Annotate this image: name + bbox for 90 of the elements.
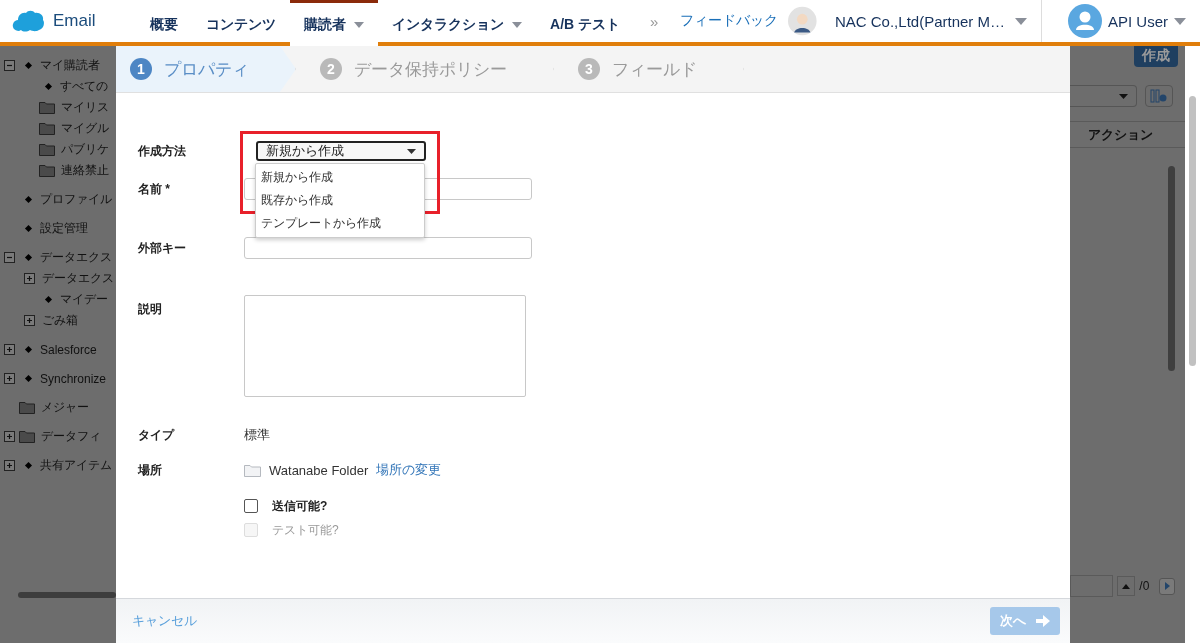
expand-icon[interactable] (24, 315, 35, 326)
tree-item[interactable]: 共有アイテム (40, 457, 112, 474)
tree-item[interactable]: マイグル (61, 120, 109, 137)
folder-icon (39, 143, 55, 156)
cancel-link[interactable]: キャンセル (132, 612, 197, 630)
tree-item[interactable]: Salesforce (40, 342, 97, 357)
expand-icon[interactable] (4, 373, 15, 384)
folder-icon (39, 164, 55, 177)
field-label: タイプ (138, 426, 176, 444)
bullet-icon (24, 224, 32, 233)
feedback-link[interactable]: フィードバック (674, 12, 789, 30)
up-arrow-icon (1122, 583, 1131, 589)
creation-method-select[interactable]: 新規から作成 (256, 141, 426, 161)
nav-tab[interactable]: 概要 (136, 0, 192, 46)
page-total: /0 (1139, 579, 1150, 593)
field-label: 場所 (138, 461, 163, 479)
bullet-icon (24, 374, 32, 383)
tree-item[interactable]: ごみ箱 (42, 312, 78, 329)
tree-item[interactable]: 連絡禁止 (61, 162, 109, 179)
right-arrow-icon (1164, 582, 1170, 590)
caret-icon (1119, 93, 1128, 99)
field-value: 標準 (244, 426, 270, 444)
scrollbar[interactable] (18, 592, 116, 598)
scrollbar[interactable] (1168, 166, 1175, 371)
wizard-step[interactable]: 1 プロパティ (116, 46, 296, 92)
account-menu[interactable]: NAC Co.,Ltd(Partner M… (832, 0, 1042, 42)
checkbox-label: 送信可能? (272, 497, 328, 515)
next-page-button[interactable] (1159, 577, 1175, 595)
tree-item[interactable]: Synchronize (40, 371, 107, 386)
caret-icon (1015, 17, 1027, 25)
nav-tab[interactable]: 購読者 (290, 0, 378, 46)
tree-item[interactable]: マイリス (61, 99, 109, 116)
collapse-icon[interactable] (4, 60, 15, 71)
field-label: 外部キー (138, 239, 187, 257)
expand-icon[interactable] (24, 273, 35, 284)
tree-item[interactable]: プロファイル (40, 191, 112, 208)
bullet-icon (24, 61, 32, 70)
checkbox-label: テスト可能? (272, 521, 339, 539)
page-field[interactable] (1070, 575, 1113, 597)
bullet-icon (24, 253, 32, 262)
page-up-button[interactable] (1116, 576, 1136, 596)
folder-icon (39, 122, 55, 135)
avatar-icon (788, 5, 817, 37)
caret-icon (1174, 17, 1186, 25)
bullet-icon (24, 461, 32, 470)
change-location-link[interactable]: 場所の変更 (376, 461, 442, 479)
user-menu[interactable]: API User (1042, 0, 1200, 42)
bullet-icon (24, 195, 32, 204)
tree-item[interactable]: すべての (60, 78, 108, 95)
folder-icon (244, 463, 261, 477)
input-field[interactable] (244, 237, 532, 259)
tree-item[interactable]: 設定管理 (40, 220, 88, 237)
tree-item[interactable]: メジャー (41, 399, 89, 416)
expand-icon[interactable] (4, 344, 15, 355)
user-icon (1068, 4, 1102, 38)
nav-tab[interactable]: A/B テスト (536, 0, 634, 46)
folder-icon (39, 101, 55, 114)
dropdown-option[interactable]: 新規から作成 (256, 166, 424, 189)
description-field[interactable] (244, 295, 526, 397)
field-label: 名前 * (138, 180, 171, 198)
checkbox[interactable] (244, 499, 258, 513)
page-scrollbar[interactable] (1185, 46, 1200, 643)
bullet-icon (44, 295, 52, 304)
field-label: 作成方法 (138, 142, 187, 160)
bullet-icon (24, 345, 32, 354)
tree-item[interactable]: データフィ (41, 428, 101, 445)
tree-item[interactable]: マイデー (60, 291, 108, 308)
nav-tab[interactable]: コンテンツ (192, 0, 290, 46)
nav-tab[interactable]: インタラクション (378, 0, 536, 46)
folder-name: Watanabe Folder (269, 462, 369, 478)
tree-item[interactable]: データエクス (40, 249, 112, 266)
collapse-icon[interactable] (4, 252, 15, 263)
tree-item[interactable]: マイ購読者 (40, 57, 100, 74)
caret-icon (407, 148, 416, 154)
tree-item[interactable]: データエクス (42, 270, 114, 287)
app-name: Email (53, 11, 96, 31)
more-tabs-button[interactable]: » (634, 0, 675, 42)
bullet-icon (44, 82, 52, 91)
create-button[interactable]: 作成 (1134, 46, 1178, 67)
dropdown-option[interactable]: 既存から作成 (256, 189, 424, 212)
expand-icon[interactable] (4, 431, 15, 442)
expand-icon[interactable] (4, 460, 15, 471)
arrow-right-icon (1036, 615, 1050, 627)
cloud-logo-icon[interactable] (11, 9, 45, 33)
field-label: 説明 (138, 301, 163, 318)
dropdown-option[interactable]: テンプレートから作成 (256, 212, 424, 235)
tree-item[interactable]: パブリケ (61, 141, 109, 158)
folder-icon (19, 430, 35, 443)
folder-icon (19, 401, 35, 414)
column-settings-button[interactable] (1145, 85, 1173, 107)
